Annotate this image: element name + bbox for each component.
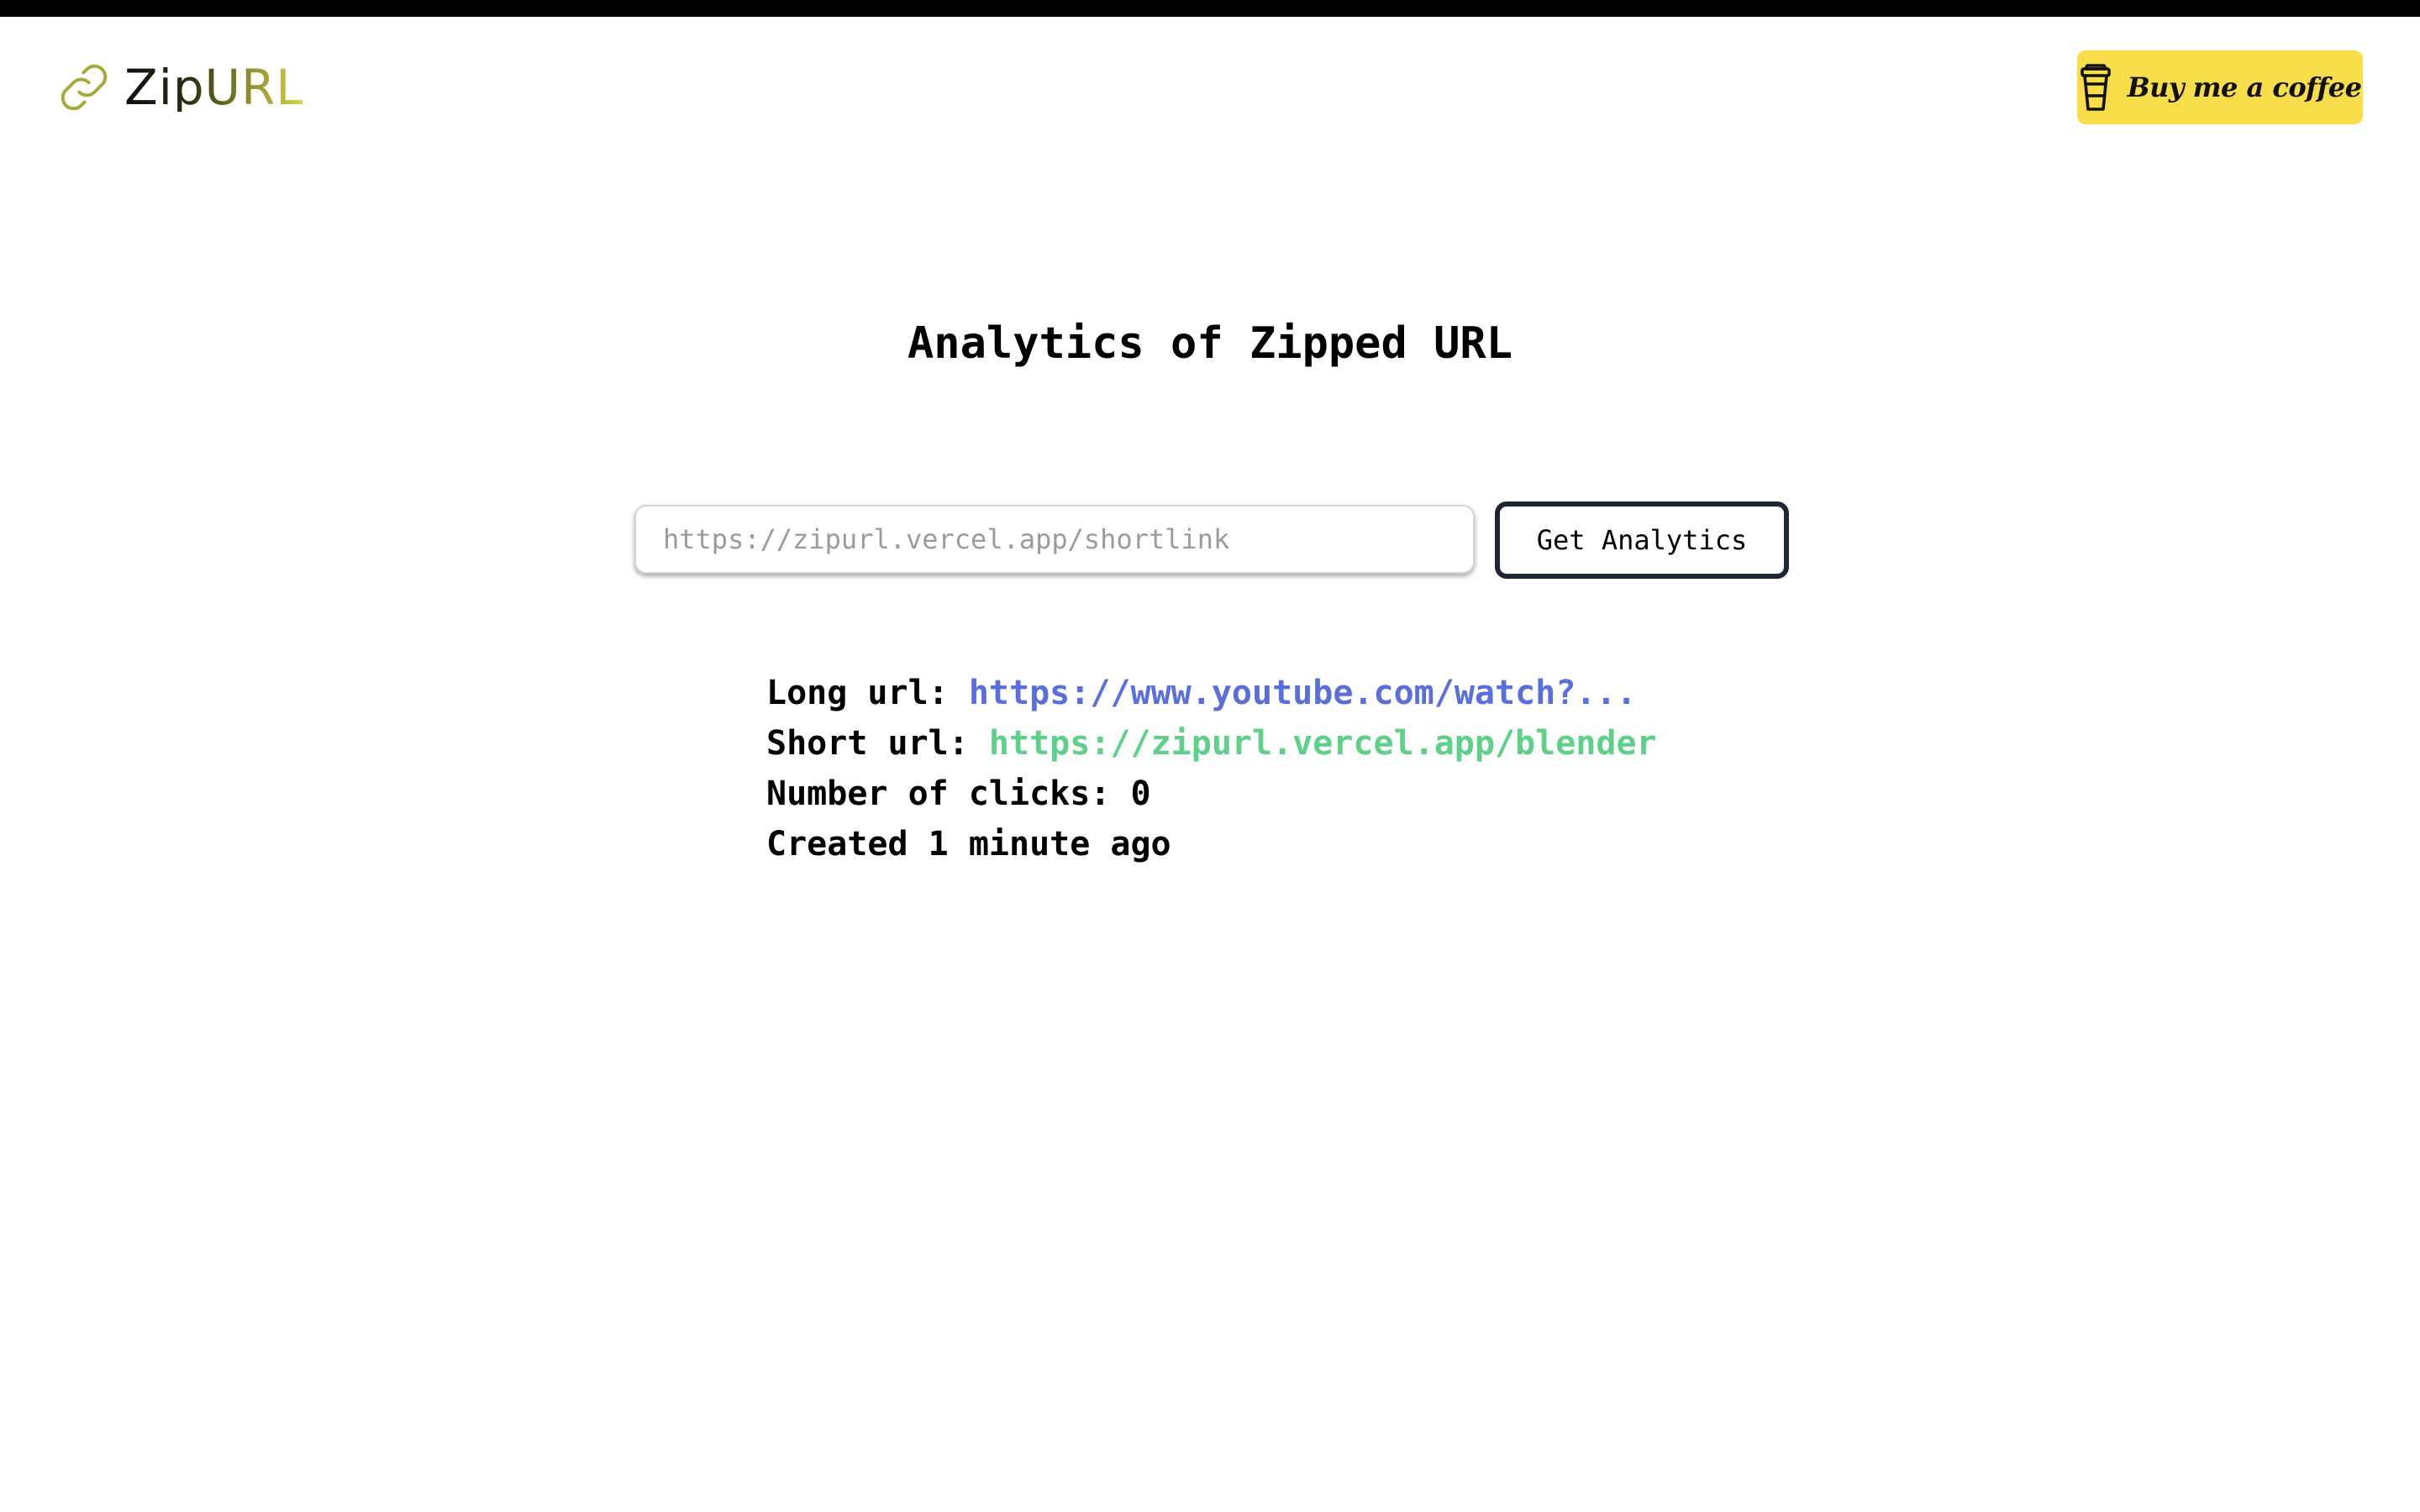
long-url-row: Long url: https://www.youtube.com/watch?…	[766, 668, 1657, 718]
short-url-label: Short url:	[766, 724, 969, 763]
buy-me-a-coffee-button[interactable]: Buy me a coffee	[2077, 50, 2363, 124]
long-url-label: Long url:	[766, 674, 949, 712]
logo[interactable]: ZipURL	[55, 55, 304, 119]
top-strip	[0, 0, 2420, 17]
created-row: Created 1 minute ago	[766, 819, 1657, 869]
short-url-row: Short url: https://zipurl.vercel.app/ble…	[766, 718, 1657, 769]
page-title: Analytics of Zipped URL	[907, 318, 1513, 369]
long-url-link[interactable]: https://www.youtube.com/watch?...	[969, 674, 1637, 712]
link-icon	[55, 59, 113, 116]
get-analytics-button[interactable]: Get Analytics	[1495, 501, 1789, 579]
short-url-input[interactable]	[634, 505, 1475, 574]
analytics-results: Long url: https://www.youtube.com/watch?…	[766, 668, 1657, 869]
clicks-label: Number of clicks:	[766, 774, 1111, 813]
logo-text: ZipURL	[124, 59, 304, 116]
clicks-row: Number of clicks: 0	[766, 769, 1657, 819]
clicks-value: 0	[1130, 774, 1151, 813]
coffee-cup-icon	[2079, 62, 2112, 113]
coffee-button-label: Buy me a coffee	[2127, 71, 2362, 103]
short-url-link[interactable]: https://zipurl.vercel.app/blender	[989, 724, 1657, 763]
created-text: Created 1 minute ago	[766, 825, 1171, 864]
